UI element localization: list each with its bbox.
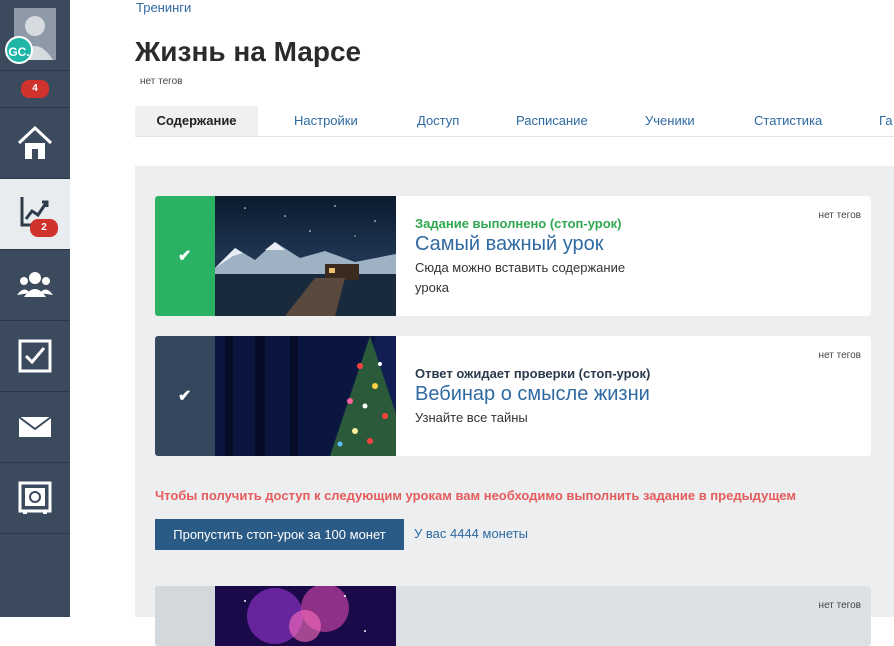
- coins-balance-link[interactable]: У вас 4444 монеты: [414, 526, 528, 541]
- envelope-icon: [18, 416, 52, 437]
- tab-students[interactable]: Ученики: [645, 106, 695, 136]
- tab-more[interactable]: Га: [879, 106, 893, 136]
- page-tags: нет тегов: [140, 76, 183, 87]
- lesson-card-2[interactable]: ✔ Ответ ожидает проверки (стоп-урок) Веб…: [155, 336, 871, 456]
- lesson-status: Ответ ожидает проверки (стоп-урок): [415, 366, 651, 381]
- lesson-status-strip: [155, 586, 215, 646]
- page-title: Жизнь на Марсе: [135, 36, 362, 67]
- sidebar-filler: [0, 534, 70, 617]
- check-icon: ✔: [178, 248, 192, 265]
- lesson-status-strip: ✔: [155, 336, 215, 456]
- lesson-title[interactable]: Самый важный урок: [415, 233, 603, 256]
- lesson-description: Узнайте все тайны: [415, 410, 528, 425]
- lesson-tags: нет тегов: [818, 210, 861, 221]
- stop-lesson-warning: Чтобы получить доступ к следующим урокам…: [155, 488, 796, 503]
- lesson-description: Сюда можно вставить содержание урока: [415, 260, 626, 295]
- sidebar-item-home[interactable]: [0, 108, 70, 179]
- breadcrumb-trainings[interactable]: Тренинги: [136, 0, 191, 15]
- check-icon: ✔: [178, 388, 192, 405]
- user-initials-badge: GC.: [5, 36, 33, 64]
- lesson-title[interactable]: Вебинар о смысле жизни: [415, 383, 650, 406]
- tab-settings[interactable]: Настройки: [294, 106, 358, 136]
- lesson-status-strip: ✔: [155, 196, 215, 316]
- main-content: Тренинги Жизнь на Марсе нет тегов Содерж…: [70, 0, 894, 646]
- sidebar-item-users[interactable]: [0, 250, 70, 321]
- tab-access[interactable]: Доступ: [417, 106, 459, 136]
- tab-bar: Содержание Настройки Доступ Расписание У…: [135, 106, 894, 137]
- lesson-card-1[interactable]: ✔ Задание выполнено (стоп-урок) Самый ва…: [155, 196, 871, 316]
- notifications-count-badge: 4: [21, 80, 49, 98]
- sidebar-item-messages[interactable]: [0, 392, 70, 463]
- nebula-image: [215, 586, 396, 646]
- trainings-count-badge: 2: [30, 219, 58, 237]
- tab-statistics[interactable]: Статистика: [754, 106, 822, 136]
- user-avatar-area[interactable]: GC.: [0, 0, 70, 71]
- lesson-status: Задание выполнено (стоп-урок): [415, 216, 622, 231]
- sidebar-item-tasks[interactable]: [0, 321, 70, 392]
- safe-icon: [18, 481, 52, 514]
- tab-content[interactable]: Содержание: [135, 106, 258, 136]
- skip-stop-lesson-button[interactable]: Пропустить стоп-урок за 100 монет: [155, 519, 404, 550]
- checkbox-icon: [18, 339, 52, 373]
- lesson-card-3[interactable]: нет тегов: [155, 586, 871, 646]
- tab-schedule[interactable]: Расписание: [516, 106, 588, 136]
- lesson-tags: нет тегов: [818, 350, 861, 361]
- mountain-lake-night-image: [215, 196, 396, 316]
- christmas-tree-image: [215, 336, 396, 456]
- sidebar-item-safe[interactable]: [0, 463, 70, 534]
- home-icon: [17, 125, 53, 159]
- notifications-row[interactable]: 4: [0, 71, 70, 108]
- users-icon: [17, 272, 53, 297]
- lesson-tags: нет тегов: [818, 600, 861, 611]
- sidebar: GC. 4 2: [0, 0, 70, 617]
- sidebar-item-trainings[interactable]: 2: [0, 179, 70, 250]
